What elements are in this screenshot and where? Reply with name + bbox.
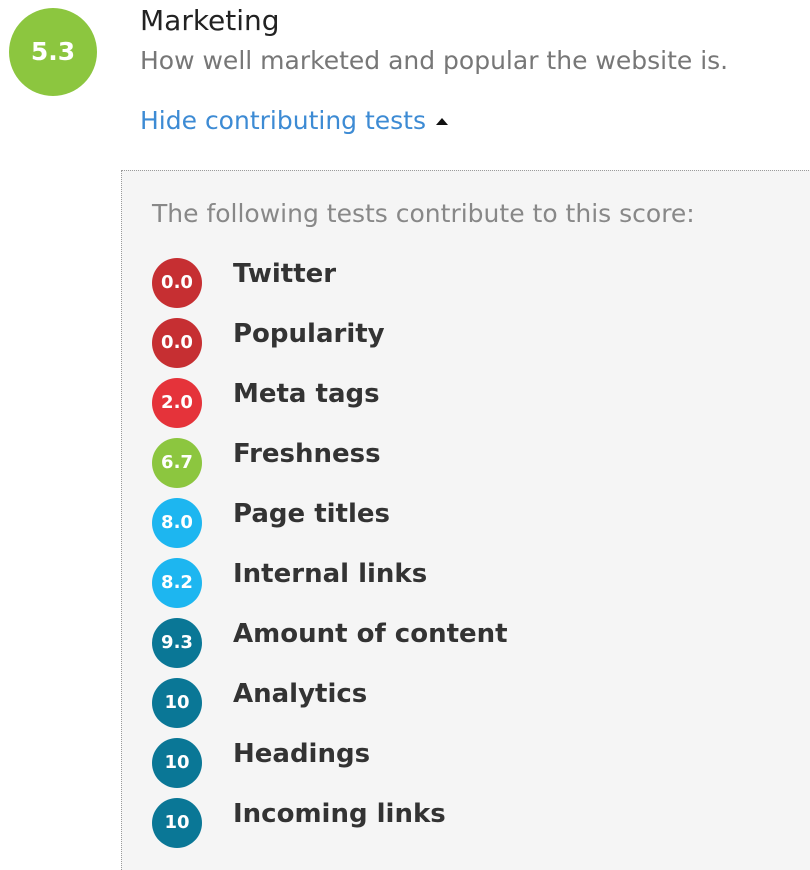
test-name: Twitter xyxy=(233,259,337,289)
category-description: How well marketed and popular the websit… xyxy=(140,46,729,75)
contributing-tests-panel: The following tests contribute to this s… xyxy=(121,170,810,870)
test-score-badge: 10 xyxy=(152,798,202,848)
test-name: Headings xyxy=(233,739,371,769)
toggle-label: Hide contributing tests xyxy=(140,106,427,135)
category-score-badge: 5.3 xyxy=(9,8,97,96)
test-score-badge: 2.0 xyxy=(152,378,202,428)
test-name: Meta tags xyxy=(233,379,380,409)
test-score-badge: 8.2 xyxy=(152,558,202,608)
category-header: 5.3 Marketing How well marketed and popu… xyxy=(0,0,810,160)
test-score-badge: 10 xyxy=(152,738,202,788)
test-score-badge: 8.0 xyxy=(152,498,202,548)
test-score-badge: 6.7 xyxy=(152,438,202,488)
test-name: Analytics xyxy=(233,679,368,709)
test-score-badge: 0.0 xyxy=(152,258,202,308)
hide-contributing-tests-link[interactable]: Hide contributing tests xyxy=(140,104,449,138)
test-name: Popularity xyxy=(233,319,385,349)
test-name: Incoming links xyxy=(233,799,446,829)
caret-up-icon xyxy=(436,118,449,125)
test-name: Internal links xyxy=(233,559,428,589)
test-name: Freshness xyxy=(233,439,381,469)
tests-intro-text: The following tests contribute to this s… xyxy=(152,199,695,228)
test-name: Amount of content xyxy=(233,619,508,649)
category-title: Marketing xyxy=(140,4,280,37)
test-score-badge: 10 xyxy=(152,678,202,728)
test-score-badge: 9.3 xyxy=(152,618,202,668)
test-name: Page titles xyxy=(233,499,390,529)
test-score-badge: 0.0 xyxy=(152,318,202,368)
